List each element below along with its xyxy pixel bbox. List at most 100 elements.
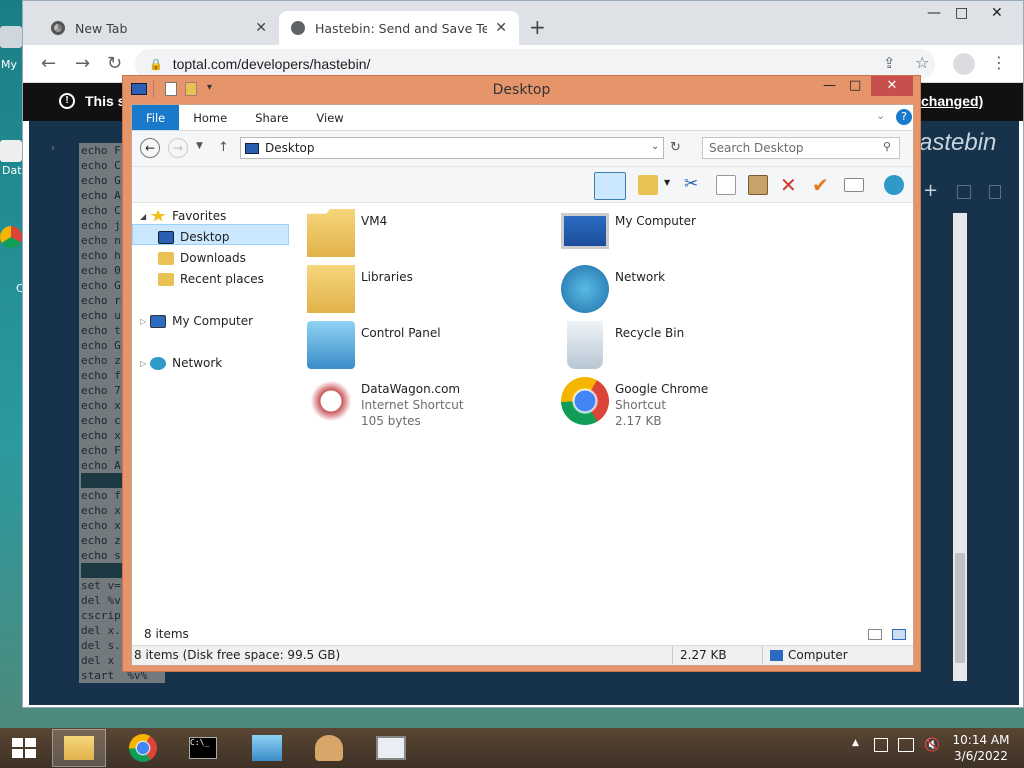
hastebin-logo: astebin (919, 129, 997, 156)
show-hidden-icons[interactable]: ▲ (852, 738, 859, 748)
tab-hastebin[interactable]: Hastebin: Send and Save Text or ✕ (279, 11, 519, 45)
new-tab-button[interactable]: + (529, 15, 546, 39)
volume-muted-icon[interactable]: 🔇 (924, 738, 940, 753)
close-tab-icon[interactable]: ✕ (495, 20, 507, 36)
bookmark-star-icon[interactable]: ☆ (915, 53, 929, 72)
item-google-chrome[interactable]: Google Chrome Shortcut 2.17 KB (551, 373, 801, 429)
maximize-button[interactable]: □ (849, 78, 861, 93)
close-tab-icon[interactable]: ✕ (255, 20, 267, 36)
check-icon[interactable]: ✔ (812, 173, 829, 197)
forward-button[interactable]: → (168, 138, 188, 158)
clock[interactable]: 10:14 AM 3/6/2022 (944, 732, 1018, 764)
expand-arrow-icon[interactable]: ◢ (140, 212, 146, 221)
nav-item-downloads[interactable]: Downloads (158, 248, 246, 268)
nav-item-desktop[interactable]: Desktop (158, 227, 230, 247)
item-network[interactable]: Network (551, 261, 801, 317)
up-button[interactable]: ↑ (218, 140, 229, 155)
minimize-button[interactable]: — (823, 78, 836, 93)
edit-icon[interactable] (957, 185, 971, 199)
network-status-icon[interactable] (898, 738, 914, 752)
taskbar-control-panel[interactable] (240, 729, 294, 767)
nav-item-network[interactable]: ▷ Network (140, 353, 222, 373)
scrollbar[interactable] (953, 213, 967, 681)
rename-icon[interactable] (844, 178, 864, 192)
globe-icon[interactable] (884, 175, 904, 195)
item-control-panel[interactable]: Control Panel (297, 317, 547, 373)
back-button[interactable]: ← (140, 138, 160, 158)
refresh-button[interactable]: ↻ (670, 140, 681, 155)
profile-avatar[interactable] (953, 53, 975, 75)
nav-item-recent-places[interactable]: Recent places (158, 269, 264, 289)
close-button[interactable]: ✕ (991, 5, 1003, 21)
taskbar-performance-monitor[interactable] (364, 729, 418, 767)
duplicate-icon[interactable] (989, 185, 1001, 199)
item-type: Internet Shortcut (361, 398, 464, 412)
desktop-icon-my-computer[interactable]: My (0, 22, 22, 72)
item-vm4[interactable]: VM4 (297, 205, 547, 261)
tab-new-tab[interactable]: New Tab ✕ (39, 11, 279, 45)
nav-item-my-computer[interactable]: ▷ My Computer (140, 311, 253, 331)
chrome-icon (51, 21, 65, 35)
address-bar[interactable]: Desktop ⌄ (240, 137, 664, 159)
item-my-computer[interactable]: My Computer (551, 205, 801, 261)
maximize-button[interactable]: □ (955, 5, 968, 21)
windows-logo-icon (25, 749, 36, 758)
expand-arrow-icon[interactable]: ▷ (140, 359, 146, 368)
help-icon[interactable]: ? (896, 109, 912, 125)
expand-arrow-icon[interactable]: ▷ (140, 317, 146, 326)
search-input[interactable]: Search Desktop ⚲ (702, 137, 900, 159)
large-icons-view-icon[interactable] (892, 629, 906, 640)
status-size: 2.27 KB (680, 648, 727, 662)
expand-ribbon-icon[interactable]: ⌄ (876, 109, 885, 122)
nav-label: Network (172, 356, 223, 370)
chevron-down-icon[interactable]: ⌄ (651, 141, 659, 152)
item-recycle-bin[interactable]: Recycle Bin (551, 317, 801, 373)
chevron-right-icon: › (51, 143, 55, 154)
address-text: Desktop (265, 141, 315, 155)
menu-icon[interactable]: ⋮ (991, 53, 1007, 72)
start-button[interactable] (12, 738, 36, 758)
tab-home[interactable]: Home (179, 105, 241, 130)
tab-file[interactable]: File (132, 105, 180, 130)
details-view-icon[interactable] (868, 629, 882, 640)
copy-icon[interactable] (716, 175, 736, 195)
cut-icon[interactable]: ✂ (684, 174, 698, 194)
item-name: Control Panel (361, 326, 441, 340)
close-button[interactable]: ✕ (871, 76, 913, 96)
recycle-bin-icon (567, 321, 603, 369)
preview-pane-button[interactable] (594, 172, 626, 200)
tab-share[interactable]: Share (241, 105, 302, 130)
delete-icon[interactable]: ✕ (780, 173, 797, 197)
explorer-window: ▾ Desktop — □ ✕ File Home Share View ⌄ ?… (122, 75, 921, 672)
item-libraries[interactable]: Libraries (297, 261, 547, 317)
windows-logo-icon (12, 738, 23, 747)
folder-options-icon[interactable] (638, 175, 658, 195)
minimize-button[interactable]: — (927, 5, 941, 21)
nav-label: Favorites (172, 209, 227, 223)
recent-locations-icon[interactable]: ▼ (196, 141, 203, 151)
computer-icon (150, 314, 167, 328)
new-paste-icon[interactable]: + (923, 182, 939, 200)
nav-label: Recent places (180, 272, 264, 286)
item-datawagon[interactable]: DataWagon.com Internet Shortcut 105 byte… (297, 373, 547, 429)
tab-view[interactable]: View (302, 105, 357, 130)
taskbar-file-explorer[interactable] (52, 729, 106, 767)
internet-shortcut-icon (307, 377, 355, 425)
chevron-down-icon[interactable]: ▼ (664, 178, 670, 187)
reload-button[interactable]: ↻ (107, 53, 122, 74)
items-view: VM4 My Computer Libraries Network Contro… (297, 203, 913, 623)
scrollbar-thumb[interactable] (955, 553, 965, 663)
taskbar-command-prompt[interactable]: C:\_ (176, 729, 230, 767)
desktop-icon-chrome[interactable]: C (0, 226, 24, 296)
forward-button[interactable]: → (75, 53, 90, 74)
item-size: 105 bytes (361, 414, 421, 428)
action-center-icon[interactable] (874, 738, 888, 752)
taskbar-users[interactable] (302, 729, 356, 767)
back-button[interactable]: ← (41, 53, 56, 74)
nav-item-favorites[interactable]: ◢ Favorites (140, 206, 226, 226)
taskbar-google-chrome[interactable] (116, 729, 170, 767)
banner-link[interactable]: changed) (921, 93, 983, 109)
paste-icon[interactable] (748, 175, 768, 195)
desktop-icon-data[interactable]: Dat (0, 140, 22, 180)
share-icon[interactable]: ⇪ (883, 54, 896, 72)
